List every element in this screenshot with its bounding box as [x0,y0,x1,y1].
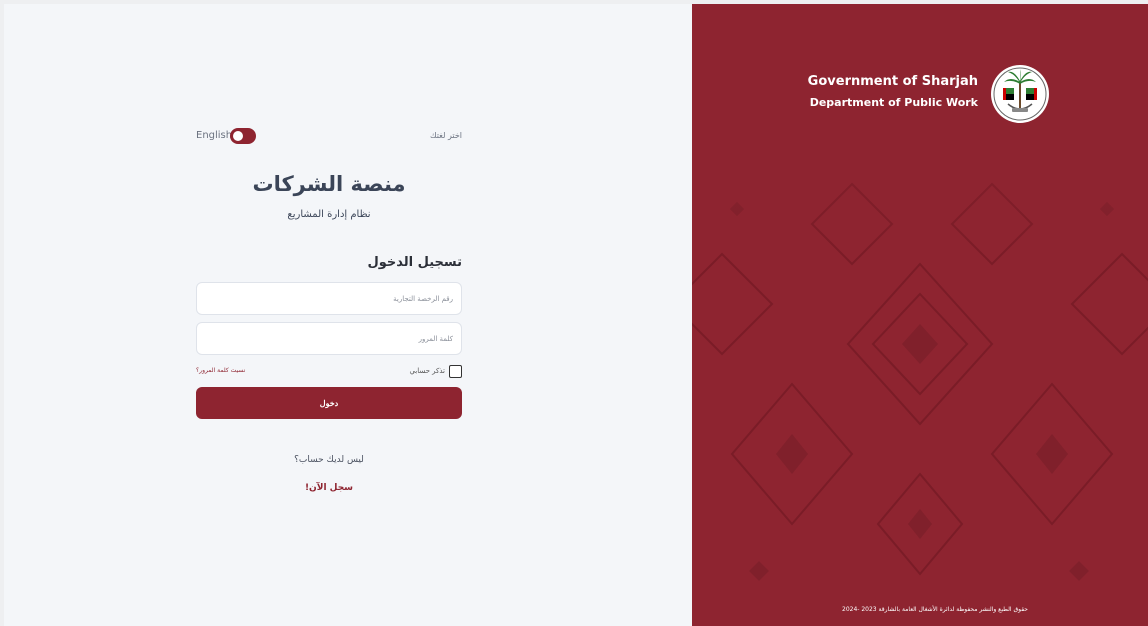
department-name: Department of Public Work [809,96,978,109]
platform-title: منصة الشركات [252,172,406,196]
sharjah-emblem-icon [991,65,1049,123]
language-row: English اختر لغتك [196,128,462,146]
platform-subtitle: نظام إدارة المشاريع [287,209,371,220]
login-heading: تسجيل الدخول [367,255,462,270]
government-name: Government of Sharjah [807,74,978,89]
license-number-field [196,282,462,315]
app-frame: English اختر لغتك منصة الشركات نظام إدار… [4,4,1148,626]
remember-row: تذكر حسابي نسيت كلمة المرور؟ [196,365,462,379]
login-button[interactable]: دخول [196,387,462,419]
remember-checkbox[interactable] [449,365,462,378]
register-link[interactable]: سجل الآن! [196,483,462,493]
language-toggle[interactable] [230,128,256,144]
toggle-knob [233,131,243,141]
remember-label: تذكر حسابي [409,367,445,375]
choose-language-label: اختر لغتك [430,131,462,140]
no-account-text: ليس لديك حساب؟ [294,455,364,465]
login-panel: English اختر لغتك منصة الشركات نظام إدار… [4,4,692,626]
government-header: Government of Sharjah Department of Publ… [807,64,1050,130]
language-toggle-label: English [196,130,233,141]
brand-panel: Government of Sharjah Department of Publ… [692,4,1148,626]
copyright-text: حقوق الطبع والنشر محفوظة لدائرة الأشغال … [842,606,1029,613]
password-field [196,322,462,355]
license-number-input[interactable] [197,283,461,314]
forgot-password-link[interactable]: نسيت كلمة المرور؟ [196,367,245,374]
password-input[interactable] [197,323,461,354]
